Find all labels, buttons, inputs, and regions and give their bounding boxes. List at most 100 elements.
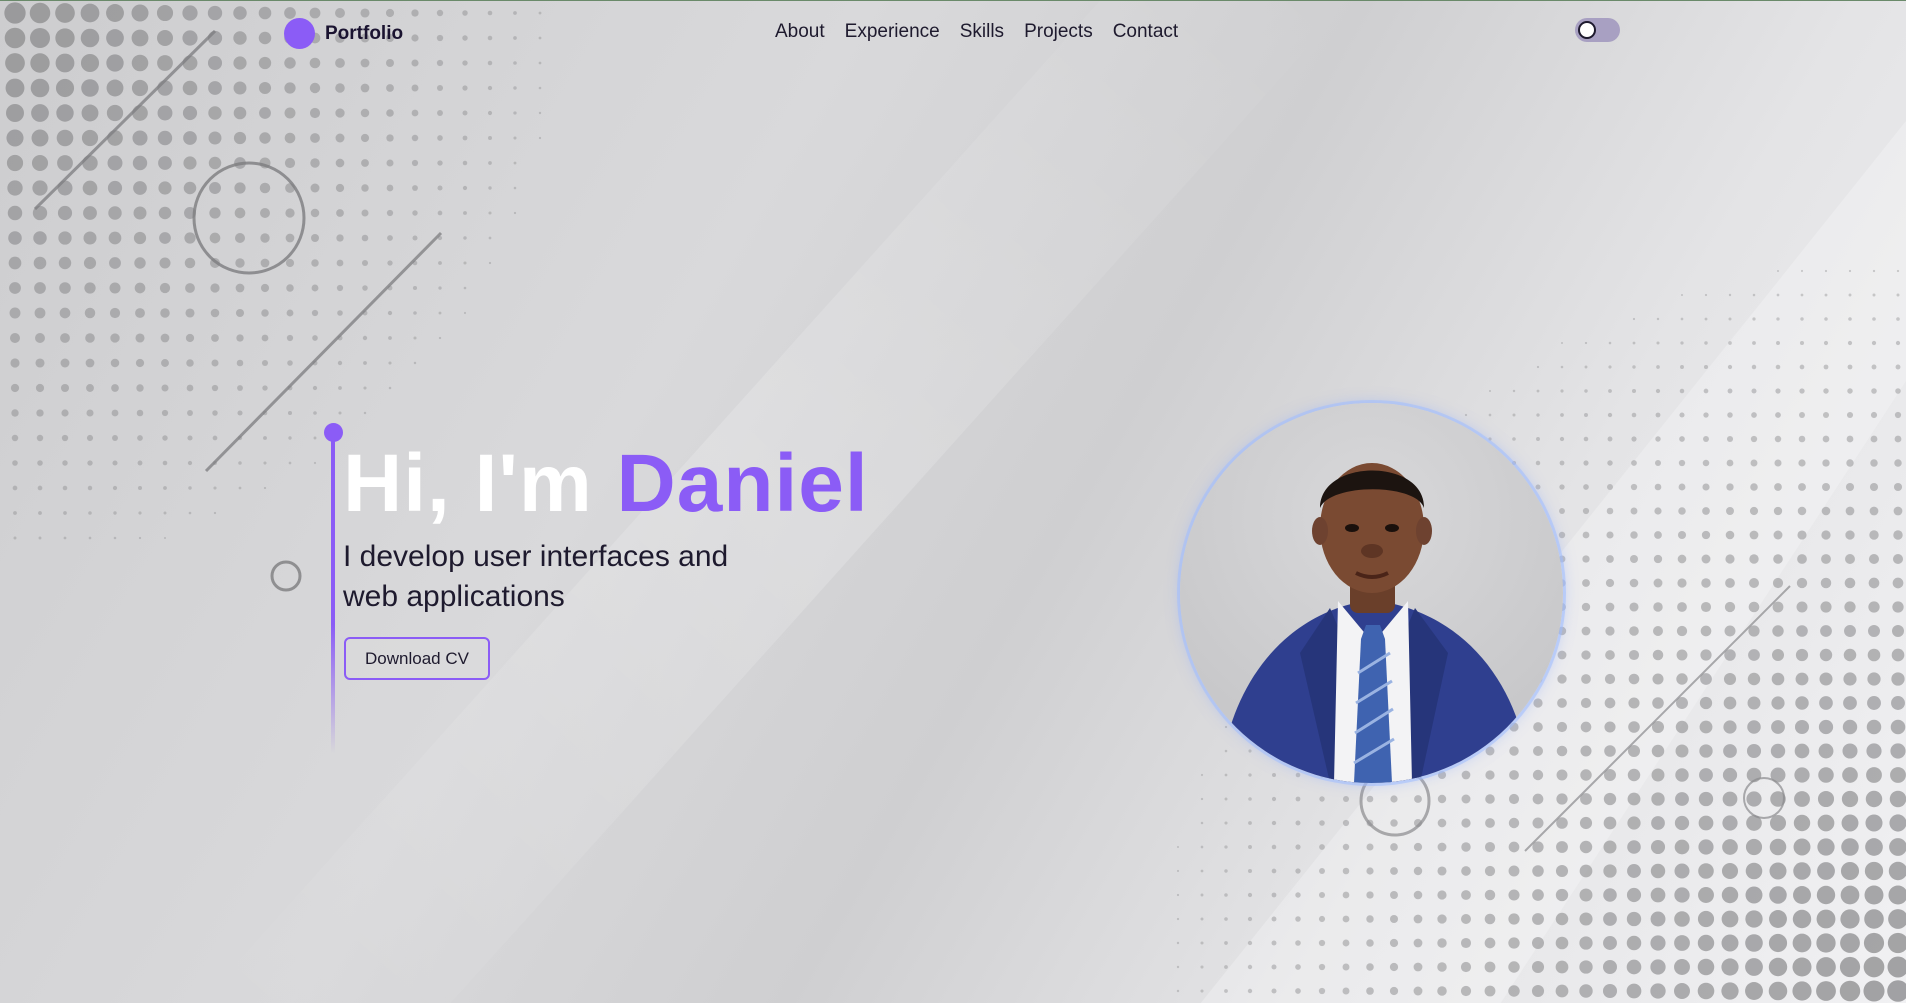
decor-dot <box>1893 506 1903 516</box>
decor-dot <box>38 536 42 540</box>
decor-dot <box>1437 914 1447 924</box>
decor-dot <box>438 286 442 290</box>
decor-dot <box>163 536 167 540</box>
decor-dot <box>1817 790 1835 808</box>
decor-dot <box>1628 649 1640 661</box>
decor-dot <box>1848 269 1852 273</box>
decor-dot <box>1891 672 1905 686</box>
decor-dot <box>1484 961 1496 973</box>
decor-dot <box>1724 601 1736 613</box>
decor-dot <box>1603 888 1617 902</box>
decor-dot <box>1631 412 1637 418</box>
decor-dot <box>1557 698 1567 708</box>
decor-dot <box>1176 989 1180 993</box>
decor-dot <box>411 134 419 142</box>
decor-dot <box>1796 601 1808 613</box>
decor-dot <box>335 83 345 93</box>
decor-dot <box>1894 459 1902 467</box>
decor-dot <box>1535 460 1541 466</box>
decor-dot <box>9 307 21 319</box>
decor-dot <box>1839 980 1861 1002</box>
decor-dot <box>1700 601 1712 613</box>
nav-link-experience[interactable]: Experience <box>845 21 940 43</box>
decor-dot <box>5 78 25 98</box>
decor-dot <box>35 383 45 393</box>
decor-dot <box>1792 957 1812 977</box>
decor-dot <box>1747 696 1761 710</box>
decor-dot <box>84 282 96 294</box>
decor-dot <box>182 80 198 96</box>
decor-dot <box>1704 293 1708 297</box>
decor-dot <box>1248 797 1252 801</box>
decor-dot <box>159 282 171 294</box>
download-cv-button[interactable]: Download CV <box>344 637 490 680</box>
decor-dot <box>1318 939 1326 947</box>
decor-dot <box>1776 269 1780 273</box>
decor-dot <box>1769 862 1787 880</box>
decor-dot <box>33 256 47 270</box>
decor-dot <box>1679 412 1685 418</box>
decor-dot <box>1560 413 1564 417</box>
decor-dot <box>1559 508 1565 514</box>
decor-dot <box>1602 983 1618 999</box>
decor-dot <box>1533 698 1543 708</box>
decor-dot <box>1823 340 1829 346</box>
decor-dot <box>1768 957 1788 977</box>
decor-dot <box>157 105 173 121</box>
decor-dot <box>309 107 321 119</box>
decor-dot <box>1821 530 1831 540</box>
nav-link-projects[interactable]: Projects <box>1024 21 1093 43</box>
nav-link-skills[interactable]: Skills <box>960 21 1004 43</box>
decor-dot <box>463 211 467 215</box>
decor-dot <box>1508 889 1520 901</box>
decor-dot <box>1727 412 1733 418</box>
decor-dot <box>437 110 443 116</box>
brand-name: Portfolio <box>325 22 404 44</box>
decor-dot <box>106 79 124 97</box>
decor-dot <box>1343 796 1349 802</box>
decor-dot <box>1721 862 1739 880</box>
decor-dot <box>31 104 49 122</box>
decor-dot <box>1366 843 1374 851</box>
decor-dot <box>1895 388 1901 394</box>
decor-dot <box>1793 886 1811 904</box>
decor-dot <box>1413 890 1423 900</box>
nav-link-about[interactable]: About <box>775 21 825 43</box>
decor-dot <box>260 233 270 243</box>
decor-dot <box>1582 555 1590 563</box>
decor-dot <box>1437 890 1447 900</box>
decor-dot <box>1889 838 1906 856</box>
decor-dot <box>1724 625 1736 637</box>
decor-dot <box>1224 893 1228 897</box>
decor-dot <box>1650 983 1666 999</box>
decor-dot <box>1698 815 1714 831</box>
decor-dot <box>261 309 269 317</box>
decor-dot <box>388 361 392 365</box>
decor-dot <box>1629 602 1639 612</box>
decor-dot <box>1723 672 1737 686</box>
decor-dot <box>35 333 45 343</box>
decor-dot <box>312 335 318 341</box>
decor-dot <box>1887 956 1906 978</box>
decor-dot <box>1650 959 1666 975</box>
brand[interactable]: Portfolio <box>284 18 403 49</box>
decor-dot <box>1823 364 1829 370</box>
decor-dot <box>1626 887 1642 903</box>
decor-dot <box>1818 719 1834 735</box>
nav-link-contact[interactable]: Contact <box>1113 21 1178 43</box>
decor-dot <box>1580 745 1592 757</box>
decor-dot <box>1701 578 1711 588</box>
decor-dot <box>463 286 467 290</box>
decor-dot <box>1389 986 1399 996</box>
decor-dot <box>1631 436 1637 442</box>
decor-dot <box>7 180 23 196</box>
decor-dot <box>31 129 49 147</box>
theme-toggle[interactable] <box>1575 18 1620 42</box>
hero-name: Daniel <box>616 438 869 529</box>
decor-dot <box>86 434 94 442</box>
decor-dot <box>361 209 369 217</box>
decor-dot <box>1556 745 1568 757</box>
decor-dot <box>1603 960 1617 974</box>
decor-dot <box>30 78 50 98</box>
decor-dot <box>1654 459 1662 467</box>
